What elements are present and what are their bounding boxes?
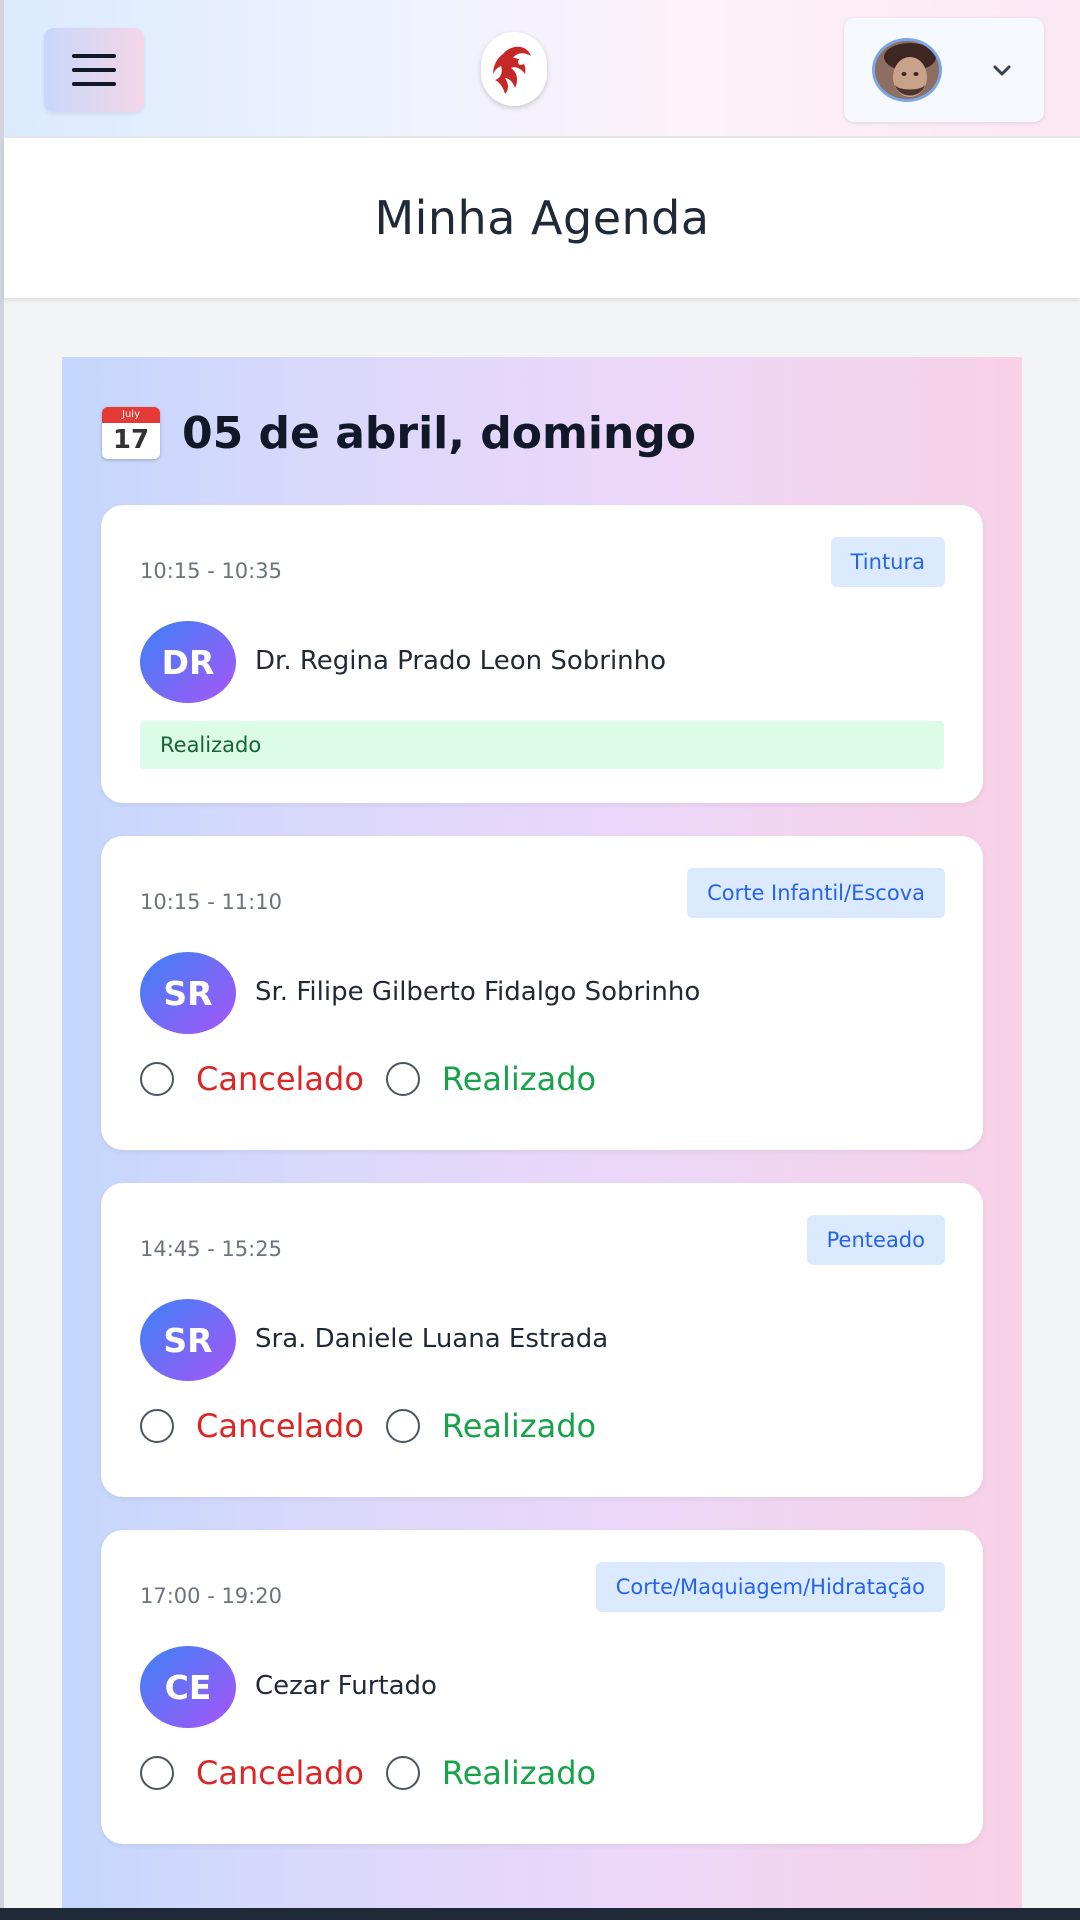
cancel-radio[interactable] <box>140 1409 174 1443</box>
service-badge: Penteado <box>806 1215 945 1265</box>
salon-logo-graphic <box>493 46 531 94</box>
appointment-time: 10:15 - 11:10 <box>140 890 282 914</box>
appointment-time: 10:15 - 10:35 <box>140 559 282 583</box>
day-title: 05 de abril, domingo <box>182 407 696 459</box>
appointment-card: 14:45 - 15:25 Penteado SR Sra. Daniele L… <box>101 1183 983 1497</box>
done-radio[interactable] <box>385 1756 420 1790</box>
appointment-time: 17:00 - 19:20 <box>140 1584 282 1608</box>
done-radio[interactable] <box>385 1409 420 1443</box>
client-name: Sra. Daniele Luana Estrada <box>255 1324 609 1354</box>
service-badge: Corte/Maquiagem/Hidratação <box>595 1562 945 1612</box>
page-title-bar: Minha Agenda <box>4 138 1080 298</box>
user-avatar-photo <box>875 41 939 99</box>
done-radio-label[interactable]: Realizado <box>442 1060 596 1098</box>
user-avatar <box>872 38 942 102</box>
day-header: July 17 05 de abril, domingo <box>102 393 696 473</box>
page-title: Minha Agenda <box>374 191 710 245</box>
cancel-radio-label[interactable]: Cancelado <box>196 1754 364 1792</box>
service-badge: Corte Infantil/Escova <box>687 868 945 918</box>
day-panel: July 17 05 de abril, domingo 10:15 - 10:… <box>62 357 1022 1908</box>
appointment-card: 17:00 - 19:20 Corte/Maquiagem/Hidratação… <box>101 1530 983 1844</box>
status-badge: Realizado <box>140 721 944 769</box>
system-bottom-bar <box>0 1908 1080 1920</box>
status-radio-group: Cancelado Realizado <box>140 1407 618 1445</box>
client-name: Sr. Filipe Gilberto Fidalgo Sobrinho <box>255 977 701 1007</box>
calendar-icon-month: July <box>102 407 160 423</box>
hamburger-menu-icon-bar <box>72 82 116 86</box>
app-screen: Minha Agenda July 17 05 de abril, doming… <box>0 0 1080 1908</box>
hamburger-menu-icon-bar <box>72 68 116 72</box>
service-badge: Tintura <box>830 537 945 587</box>
status-radio-group: Cancelado Realizado <box>140 1754 618 1792</box>
cancel-radio-label[interactable]: Cancelado <box>196 1407 364 1445</box>
calendar-icon: July 17 <box>102 407 160 459</box>
done-radio-label[interactable]: Realizado <box>442 1754 596 1792</box>
client-initials-avatar: SR <box>140 1299 236 1381</box>
cancel-radio-label[interactable]: Cancelado <box>196 1060 364 1098</box>
client-initials-avatar: DR <box>140 621 236 703</box>
calendar-icon-day: 17 <box>112 425 150 455</box>
client-name: Cezar Furtado <box>255 1671 437 1701</box>
client-initials-avatar: CE <box>140 1646 236 1728</box>
client-name: Dr. Regina Prado Leon Sobrinho <box>255 646 667 676</box>
menu-button[interactable] <box>44 28 144 112</box>
user-menu-button[interactable] <box>844 18 1044 122</box>
cancel-radio[interactable] <box>140 1062 174 1096</box>
cancel-radio[interactable] <box>140 1756 174 1790</box>
salon-logo-icon[interactable] <box>481 32 547 106</box>
chevron-down-icon <box>993 65 1011 76</box>
done-radio[interactable] <box>385 1062 420 1096</box>
status-radio-group: Cancelado Realizado <box>140 1060 618 1098</box>
top-header <box>4 0 1080 138</box>
hamburger-menu-icon <box>72 54 116 58</box>
appointment-card: 10:15 - 10:35 Tintura DR Dr. Regina Prad… <box>101 505 983 803</box>
appointment-card: 10:15 - 11:10 Corte Infantil/Escova SR S… <box>101 836 983 1150</box>
client-initials-avatar: SR <box>140 952 236 1034</box>
done-radio-label[interactable]: Realizado <box>442 1407 596 1445</box>
appointment-time: 14:45 - 15:25 <box>140 1237 282 1261</box>
